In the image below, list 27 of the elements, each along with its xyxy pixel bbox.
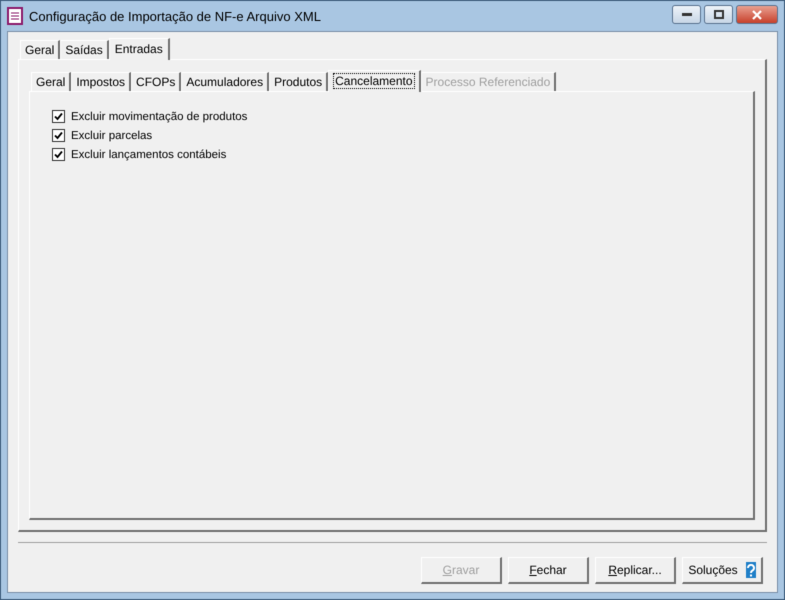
tab[interactable]: Geral [31, 72, 72, 91]
minimize-icon [682, 12, 692, 16]
dialog-button[interactable]: Soluções [682, 557, 763, 584]
close-icon [752, 10, 762, 20]
tab[interactable]: Impostos [71, 72, 132, 91]
maximize-icon [714, 10, 724, 19]
tab[interactable]: Geral [20, 40, 60, 59]
tab[interactable]: Produtos [269, 72, 328, 91]
tab[interactable]: Entradas [108, 38, 170, 60]
maximize-button[interactable] [704, 5, 733, 24]
help-icon [746, 562, 756, 578]
tab[interactable]: Acumuladores [181, 72, 270, 91]
dialog-button[interactable]: Fechar [508, 557, 589, 584]
tab[interactable]: Saídas [60, 40, 109, 59]
tab[interactable]: CFOPs [131, 72, 182, 91]
checkbox-label: Excluir parcelas [71, 130, 152, 142]
checkbox-label: Excluir movimentação de produtos [71, 110, 248, 122]
checkbox-label: Excluir lançamentos contábeis [71, 148, 226, 160]
document-icon [7, 7, 23, 25]
minimize-button[interactable] [672, 5, 701, 24]
checkbox[interactable] [52, 129, 65, 142]
tab[interactable]: Cancelamento [328, 70, 421, 92]
window-title: Configuração de Importação de NF-e Arquivo XML [29, 8, 321, 24]
checkbox[interactable] [52, 110, 65, 123]
checkbox[interactable] [52, 148, 65, 161]
dialog-button[interactable]: Replicar... [595, 557, 676, 584]
close-button[interactable] [736, 5, 778, 24]
